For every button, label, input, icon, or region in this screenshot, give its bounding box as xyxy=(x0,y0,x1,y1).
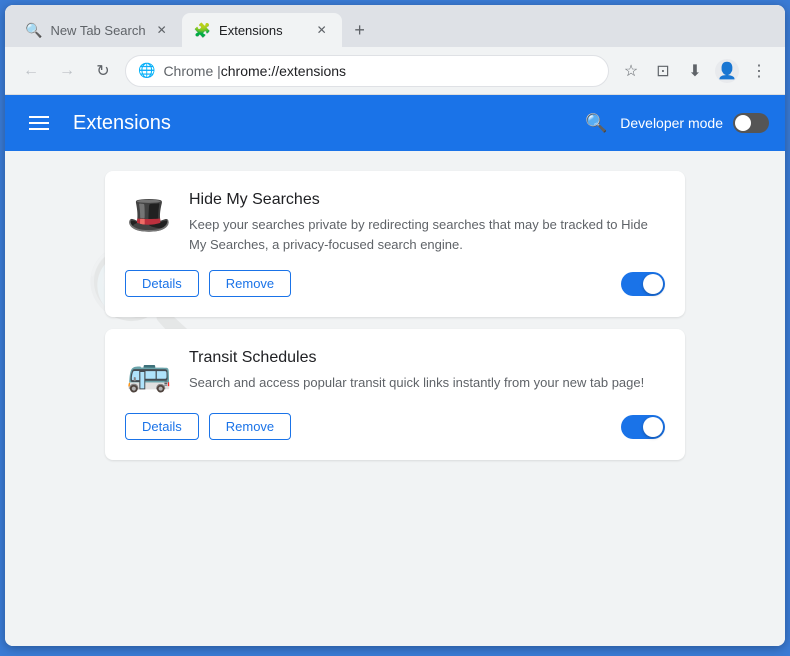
browser-window: 🔍 New Tab Search ✕ 🧩 Extensions ✕ + ← → … xyxy=(5,5,785,646)
avatar: 👤 xyxy=(715,59,739,83)
ext-card-transit-schedules: 🚌 Transit Schedules Search and access po… xyxy=(105,329,685,460)
omnibox-domain: Chrome | xyxy=(163,63,220,79)
ext-1-details-button[interactable]: Details xyxy=(125,270,199,297)
ext-1-toggle-thumb xyxy=(643,274,663,294)
ext-card-1-header: 🎩 Hide My Searches Keep your searches pr… xyxy=(125,191,665,254)
ext-1-info: Hide My Searches Keep your searches priv… xyxy=(189,191,665,254)
toggle-thumb xyxy=(735,115,751,131)
ext-2-name: Transit Schedules xyxy=(189,349,665,367)
extensions-header: Extensions 🔍 Developer mode xyxy=(5,95,785,151)
omnibox-chrome-icon: 🌐 xyxy=(138,62,155,79)
tab-1-close[interactable]: ✕ xyxy=(154,22,170,38)
ext-1-icon: 🎩 xyxy=(125,191,173,239)
tab-new-tab-search[interactable]: 🔍 New Tab Search ✕ xyxy=(13,13,182,47)
address-bar: ← → ↻ 🌐 Chrome | chrome://extensions ☆ ⊡… xyxy=(5,47,785,95)
tab-2-close[interactable]: ✕ xyxy=(314,22,330,38)
ext-1-remove-button[interactable]: Remove xyxy=(209,270,291,297)
extensions-header-title: Extensions xyxy=(73,112,582,135)
omnibox-url: chrome://extensions xyxy=(221,63,346,79)
profile-icon[interactable]: 👤 xyxy=(713,57,741,85)
back-button[interactable]: ← xyxy=(17,57,45,85)
tab-2-title: Extensions xyxy=(219,23,306,38)
tab-extensions[interactable]: 🧩 Extensions ✕ xyxy=(182,13,342,47)
dev-mode-toggle[interactable] xyxy=(733,113,769,133)
hamburger-line-3 xyxy=(29,128,49,130)
tab-search-icon: 🔍 xyxy=(25,22,42,39)
refresh-button[interactable]: ↻ xyxy=(89,57,117,85)
ext-card-2-header: 🚌 Transit Schedules Search and access po… xyxy=(125,349,665,397)
ext-2-footer: Details Remove xyxy=(125,413,665,440)
ext-2-toggle[interactable] xyxy=(621,415,665,439)
address-actions: ☆ ⊡ ⬇ 👤 ⋮ xyxy=(617,57,773,85)
tab-bar: 🔍 New Tab Search ✕ 🧩 Extensions ✕ + xyxy=(5,5,785,47)
bookmark-icon[interactable]: ☆ xyxy=(617,57,645,85)
omnibox-text: Chrome | chrome://extensions xyxy=(163,63,346,79)
extensions-search-icon[interactable]: 🔍 xyxy=(582,109,610,137)
ext-2-details-button[interactable]: Details xyxy=(125,413,199,440)
extensions-content: 🔍 FISHROM 🎩 Hide My Searches Keep your s… xyxy=(5,151,785,646)
ext-2-description: Search and access popular transit quick … xyxy=(189,373,665,393)
ext-2-toggle-thumb xyxy=(643,417,663,437)
ext-2-info: Transit Schedules Search and access popu… xyxy=(189,349,665,393)
download-icon[interactable]: ⬇ xyxy=(681,57,709,85)
dev-mode-label: Developer mode xyxy=(620,115,723,131)
ext-2-icon: 🚌 xyxy=(125,349,173,397)
ext-1-description: Keep your searches private by redirectin… xyxy=(189,215,665,254)
new-tab-button[interactable]: + xyxy=(346,16,374,44)
forward-button[interactable]: → xyxy=(53,57,81,85)
menu-icon[interactable]: ⋮ xyxy=(745,57,773,85)
hamburger-line-1 xyxy=(29,116,49,118)
omnibox[interactable]: 🌐 Chrome | chrome://extensions xyxy=(125,55,609,87)
ext-1-footer: Details Remove xyxy=(125,270,665,297)
ext-card-hide-my-searches: 🎩 Hide My Searches Keep your searches pr… xyxy=(105,171,685,317)
hamburger-line-2 xyxy=(29,122,49,124)
ext-1-toggle[interactable] xyxy=(621,272,665,296)
ext-2-remove-button[interactable]: Remove xyxy=(209,413,291,440)
capture-icon[interactable]: ⊡ xyxy=(649,57,677,85)
tab-ext-icon: 🧩 xyxy=(194,22,211,39)
hamburger-button[interactable] xyxy=(21,108,57,138)
ext-1-name: Hide My Searches xyxy=(189,191,665,209)
developer-mode-area: 🔍 Developer mode xyxy=(582,109,769,137)
tab-1-title: New Tab Search xyxy=(50,23,145,38)
